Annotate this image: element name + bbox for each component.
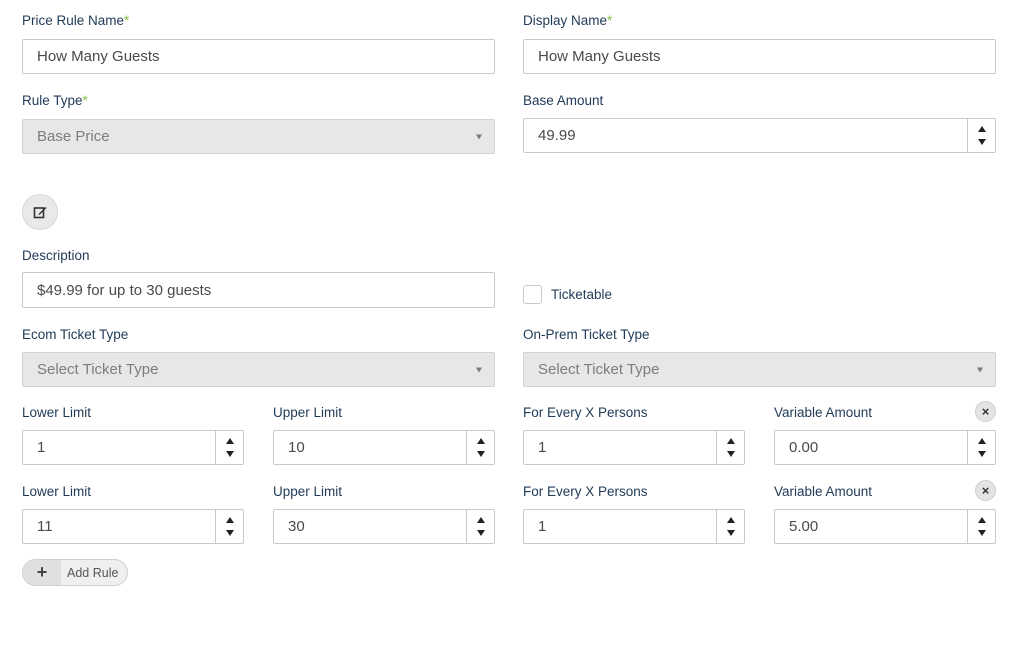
variable-amount-input[interactable]: 0.00 <box>774 430 996 465</box>
description-value: $49.99 for up to 30 guests <box>37 281 212 299</box>
rule-type-label: Rule Type* <box>22 93 88 108</box>
edit-icon <box>33 207 47 219</box>
increment-icon[interactable] <box>977 126 986 132</box>
every-x-persons-label: For Every X Persons <box>523 484 648 499</box>
increment-icon[interactable] <box>977 517 986 523</box>
price-rule-name-label: Price Rule Name* <box>22 13 130 28</box>
decrement-icon[interactable] <box>977 139 986 145</box>
description-label: Description <box>22 248 90 263</box>
display-name-label: Display Name* <box>523 13 613 28</box>
rule-type-value: Base Price <box>37 128 110 145</box>
spinner-arrows-icon[interactable] <box>466 510 494 543</box>
increment-icon[interactable] <box>476 517 485 523</box>
spinner-arrows-icon[interactable] <box>716 431 744 464</box>
decrement-icon[interactable] <box>225 451 234 457</box>
lower-limit-label: Lower Limit <box>22 484 92 499</box>
price-rule-name-value: How Many Guests <box>37 48 160 65</box>
onprem-ticket-type-label: On-Prem Ticket Type <box>523 327 650 342</box>
every-x-persons-label: For Every X Persons <box>523 405 648 420</box>
close-icon: × <box>981 483 990 498</box>
add-rule-label: Add Rule <box>67 565 119 580</box>
decrement-icon[interactable] <box>726 451 735 457</box>
every-x-persons-value: 1 <box>538 439 547 456</box>
remove-rule-button[interactable]: × <box>975 480 996 501</box>
lower-limit-input[interactable]: 1 <box>22 430 244 465</box>
caret-down-icon <box>476 367 482 372</box>
variable-amount-value: 5.00 <box>789 518 819 535</box>
spinner-arrows-icon[interactable] <box>215 510 243 543</box>
upper-limit-value: 30 <box>288 518 305 535</box>
description-input[interactable]: $49.99 for up to 30 guests <box>22 272 495 308</box>
spinner-arrows-icon[interactable] <box>215 431 243 464</box>
upper-limit-input[interactable]: 30 <box>273 509 495 544</box>
increment-icon[interactable] <box>726 438 735 444</box>
upper-limit-value: 10 <box>288 439 305 456</box>
spinner-arrows-icon[interactable] <box>466 431 494 464</box>
decrement-icon[interactable] <box>977 530 986 536</box>
display-name-input[interactable]: How Many Guests <box>523 39 996 74</box>
every-x-persons-value: 1 <box>538 518 547 535</box>
remove-rule-button[interactable]: × <box>975 401 996 422</box>
lower-limit-value: 1 <box>37 439 46 456</box>
decrement-icon[interactable] <box>726 530 735 536</box>
decrement-icon[interactable] <box>476 451 485 457</box>
price-rule-name-input[interactable]: How Many Guests <box>22 39 495 74</box>
ecom-ticket-type-placeholder: Select Ticket Type <box>37 361 159 378</box>
ticketable-checkbox[interactable] <box>523 285 542 304</box>
increment-icon[interactable] <box>225 438 234 444</box>
base-amount-input[interactable]: 49.99 <box>523 118 996 153</box>
every-x-persons-input[interactable]: 1 <box>523 430 745 465</box>
upper-limit-label: Upper Limit <box>273 405 343 420</box>
upper-limit-label: Upper Limit <box>273 484 343 499</box>
ticketable-label[interactable]: Ticketable <box>551 287 612 303</box>
edit-button[interactable] <box>22 194 58 230</box>
close-icon: × <box>981 404 990 419</box>
spinner-arrows-icon[interactable] <box>716 510 744 543</box>
variable-amount-label: Variable Amount <box>774 405 873 420</box>
decrement-icon[interactable] <box>225 530 234 536</box>
ecom-ticket-type-label: Ecom Ticket Type <box>22 327 129 342</box>
rule-type-select[interactable]: Base Price <box>22 119 495 154</box>
ecom-ticket-type-select[interactable]: Select Ticket Type <box>22 352 495 387</box>
lower-limit-value: 11 <box>37 518 53 535</box>
caret-down-icon <box>977 367 983 372</box>
plus-icon: + <box>23 560 61 585</box>
spinner-arrows-icon[interactable] <box>967 510 995 543</box>
base-amount-value: 49.99 <box>538 127 576 144</box>
add-rule-button[interactable]: + Add Rule <box>22 559 128 586</box>
increment-icon[interactable] <box>225 517 234 523</box>
increment-icon[interactable] <box>476 438 485 444</box>
caret-down-icon <box>476 134 482 139</box>
display-name-value: How Many Guests <box>538 48 661 65</box>
upper-limit-input[interactable]: 10 <box>273 430 495 465</box>
spinner-arrows-icon[interactable] <box>967 431 995 464</box>
spinner-arrows-icon[interactable] <box>967 119 995 152</box>
lower-limit-label: Lower Limit <box>22 405 92 420</box>
variable-amount-label: Variable Amount <box>774 484 873 499</box>
every-x-persons-input[interactable]: 1 <box>523 509 745 544</box>
onprem-ticket-type-select[interactable]: Select Ticket Type <box>523 352 996 387</box>
increment-icon[interactable] <box>726 517 735 523</box>
onprem-ticket-type-placeholder: Select Ticket Type <box>538 361 660 378</box>
decrement-icon[interactable] <box>476 530 485 536</box>
decrement-icon[interactable] <box>977 451 986 457</box>
increment-icon[interactable] <box>977 438 986 444</box>
variable-amount-input[interactable]: 5.00 <box>774 509 996 544</box>
base-amount-label: Base Amount <box>523 93 604 108</box>
variable-amount-value: 0.00 <box>789 439 819 456</box>
lower-limit-input[interactable]: 11 <box>22 509 244 544</box>
